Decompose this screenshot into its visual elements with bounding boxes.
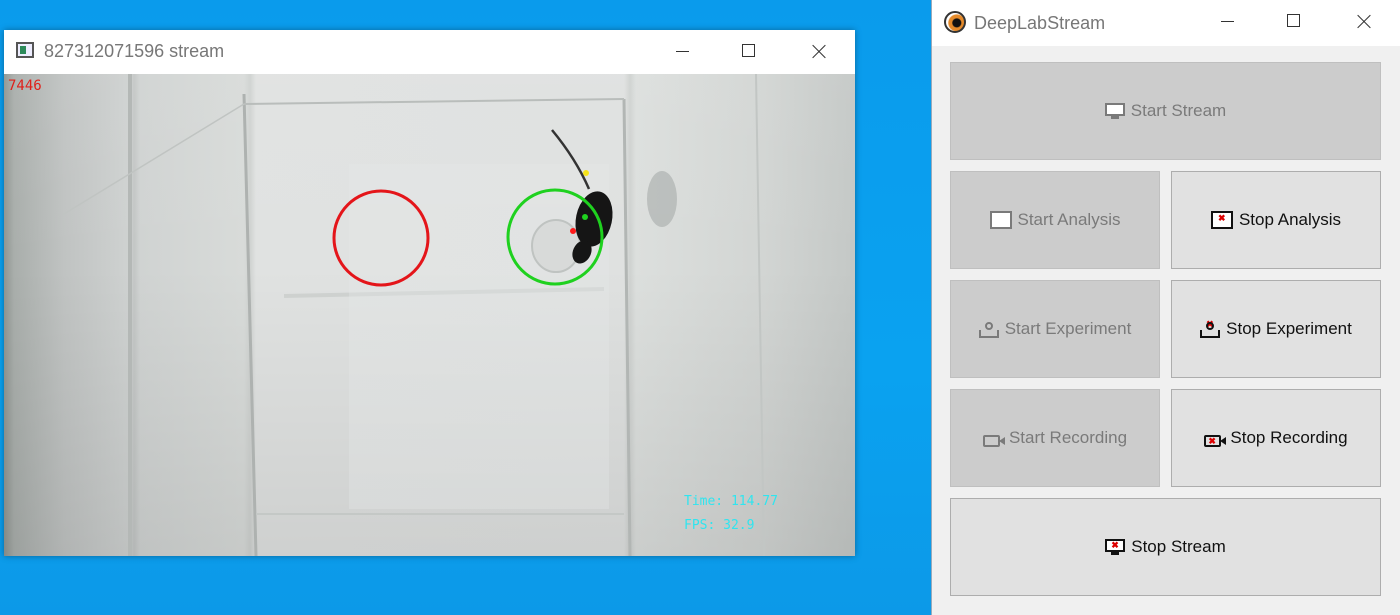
fps-readout: FPS: 32.9 (684, 518, 755, 533)
stop-stream-label: Stop Stream (1131, 537, 1226, 556)
maximize-button[interactable] (725, 30, 771, 74)
start-stream-label: Start Stream (1130, 101, 1227, 120)
keypoint-nose (583, 170, 589, 176)
frame-counter: 7446 (8, 78, 42, 94)
dls-window-title: DeepLabStream (974, 13, 1106, 33)
stop-recording-label: Stop Recording (1230, 428, 1348, 447)
roi-overlay (332, 170, 604, 287)
stop-stream-button[interactable]: ✖ Stop Stream (950, 498, 1381, 596)
stop-analysis-button[interactable]: ✖ Stop Analysis (1171, 171, 1381, 269)
stop-experiment-label: Stop Experiment (1226, 319, 1352, 338)
stream-window-title: 827312071596 stream (44, 41, 225, 61)
keypoint-tail (570, 228, 576, 234)
camera-stop-icon: ✖ (1204, 430, 1227, 447)
close-button[interactable] (1341, 0, 1387, 46)
start-analysis-button[interactable]: Start Analysis (950, 171, 1160, 269)
start-stream-button[interactable]: Start Stream (950, 62, 1381, 160)
stop-recording-button[interactable]: ✖ Stop Recording (1171, 389, 1381, 487)
start-analysis-label: Start Analysis (1017, 210, 1121, 229)
experiment-stop-icon: ✖ (1200, 319, 1221, 338)
roi-inactive-circle (332, 189, 430, 287)
start-recording-button[interactable]: Start Recording (950, 389, 1160, 487)
stop-experiment-button[interactable]: ✖ Stop Experiment (1171, 280, 1381, 378)
close-button[interactable] (796, 30, 842, 74)
dls-titlebar[interactable]: DeepLabStream (932, 0, 1400, 46)
experiment-icon (978, 321, 999, 338)
minimize-button[interactable] (659, 30, 705, 74)
deeplabstream-logo-icon (944, 11, 966, 33)
camera-icon (982, 430, 1005, 447)
roi-active-circle (506, 188, 604, 286)
monitor-icon (1104, 102, 1125, 120)
app-window-icon (16, 42, 34, 58)
stream-titlebar[interactable]: 827312071596 stream (4, 30, 855, 74)
stream-window: 827312071596 stream 7446 Time: 114.77 FP… (4, 30, 855, 556)
start-experiment-button[interactable]: Start Experiment (950, 280, 1160, 378)
start-experiment-label: Start Experiment (1004, 319, 1132, 338)
time-readout: Time: 114.77 (684, 494, 778, 509)
stop-analysis-label: Stop Analysis (1238, 210, 1342, 229)
chart-stop-icon: ✖ (1210, 211, 1233, 229)
monitor-stop-icon: ✖ (1105, 538, 1126, 556)
maximize-button[interactable] (1270, 0, 1316, 46)
chart-icon (989, 211, 1012, 229)
keypoint-neck (582, 214, 588, 220)
start-recording-label: Start Recording (1008, 428, 1128, 447)
video-frame: 7446 Time: 114.77 FPS: 32.9 (4, 74, 855, 556)
minimize-button[interactable] (1204, 0, 1250, 46)
deeplabstream-window: DeepLabStream Start Stream Start Analysi… (931, 0, 1400, 615)
